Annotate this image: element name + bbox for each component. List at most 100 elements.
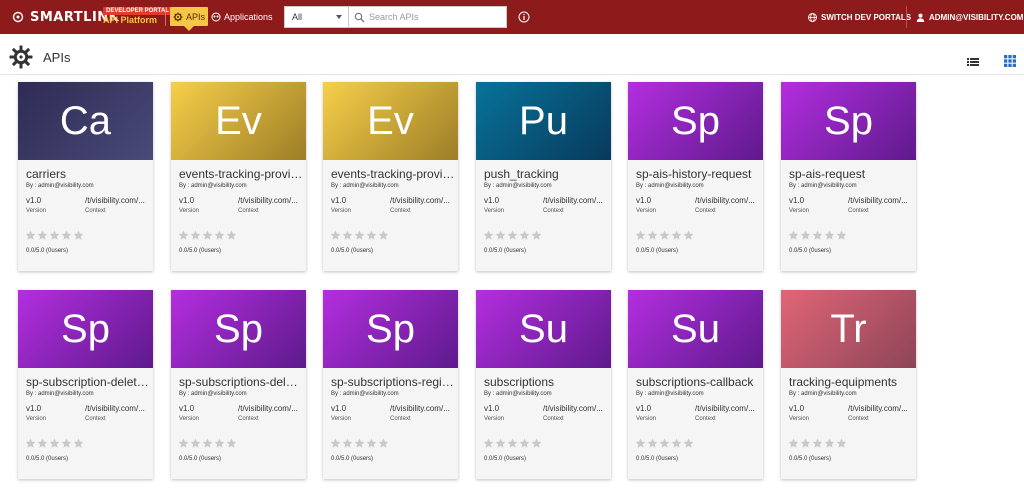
star-rating[interactable]	[330, 436, 390, 448]
api-name[interactable]: sp-ais-history-request	[636, 167, 760, 181]
star-icon[interactable]	[812, 436, 823, 448]
api-thumbnail[interactable]: Pu	[476, 82, 611, 160]
star-icon[interactable]	[178, 436, 189, 448]
star-icon[interactable]	[61, 228, 72, 240]
star-icon[interactable]	[507, 228, 518, 240]
star-icon[interactable]	[378, 228, 389, 240]
star-rating[interactable]	[483, 436, 543, 448]
user-menu[interactable]: ADMIN@VISIBILITY.COM	[916, 8, 1023, 26]
api-name[interactable]: carriers	[26, 167, 150, 181]
star-icon[interactable]	[683, 436, 694, 448]
star-rating[interactable]	[788, 228, 848, 240]
star-icon[interactable]	[519, 228, 530, 240]
star-icon[interactable]	[202, 436, 213, 448]
api-card[interactable]: Tr tracking-equipments By : admin@visibili…	[781, 290, 916, 479]
star-icon[interactable]	[659, 436, 670, 448]
star-icon[interactable]	[202, 228, 213, 240]
star-icon[interactable]	[226, 228, 237, 240]
star-icon[interactable]	[671, 436, 682, 448]
star-icon[interactable]	[354, 228, 365, 240]
api-card[interactable]: Sp sp-subscriptions-delet... By : admin@vi…	[171, 290, 306, 479]
api-thumbnail[interactable]: Ev	[171, 82, 306, 160]
api-thumbnail[interactable]: Sp	[171, 290, 306, 368]
star-icon[interactable]	[354, 436, 365, 448]
api-card[interactable]: Su subscriptions By : admin@visibility.com…	[476, 290, 611, 479]
api-name[interactable]: subscriptions	[484, 375, 608, 389]
api-name[interactable]: events-tracking-provid...	[179, 167, 303, 181]
star-icon[interactable]	[214, 436, 225, 448]
star-icon[interactable]	[483, 436, 494, 448]
star-icon[interactable]	[659, 228, 670, 240]
star-icon[interactable]	[683, 228, 694, 240]
nav-apis[interactable]: APIs	[170, 7, 209, 31]
api-card[interactable]: Ca carriers By : admin@visibility.com v1.0 V…	[18, 82, 153, 271]
star-rating[interactable]	[483, 228, 543, 240]
api-thumbnail[interactable]: Su	[628, 290, 763, 368]
switch-dev-portals-button[interactable]: SWITCH DEV PORTALS	[808, 8, 911, 26]
api-card[interactable]: Su subscriptions-callback By : admin@visib…	[628, 290, 763, 479]
star-icon[interactable]	[73, 436, 84, 448]
star-icon[interactable]	[836, 228, 847, 240]
star-icon[interactable]	[519, 436, 530, 448]
star-icon[interactable]	[824, 436, 835, 448]
nav-applications[interactable]: Applications	[211, 8, 273, 26]
star-icon[interactable]	[366, 436, 377, 448]
star-icon[interactable]	[214, 228, 225, 240]
star-icon[interactable]	[647, 436, 658, 448]
star-icon[interactable]	[483, 228, 494, 240]
api-card[interactable]: Ev events-tracking-provid... By : admin@vi…	[171, 82, 306, 271]
star-rating[interactable]	[330, 228, 390, 240]
star-icon[interactable]	[73, 228, 84, 240]
api-name[interactable]: events-tracking-provid...	[331, 167, 455, 181]
star-rating[interactable]	[635, 228, 695, 240]
search-input[interactable]	[369, 9, 503, 25]
star-icon[interactable]	[507, 436, 518, 448]
star-icon[interactable]	[647, 228, 658, 240]
star-icon[interactable]	[61, 436, 72, 448]
star-rating[interactable]	[635, 436, 695, 448]
star-icon[interactable]	[49, 228, 60, 240]
api-thumbnail[interactable]: Sp	[628, 82, 763, 160]
api-name[interactable]: sp-subscription-delete...	[26, 375, 150, 389]
star-icon[interactable]	[378, 436, 389, 448]
star-rating[interactable]	[178, 436, 238, 448]
grid-view-icon[interactable]	[1004, 55, 1016, 67]
star-icon[interactable]	[812, 228, 823, 240]
api-card[interactable]: Sp sp-ais-history-request By : admin@visib…	[628, 82, 763, 271]
api-name[interactable]: subscriptions-callback	[636, 375, 760, 389]
star-icon[interactable]	[495, 436, 506, 448]
star-icon[interactable]	[800, 228, 811, 240]
api-card[interactable]: Sp sp-subscription-delete... By : admin@vi…	[18, 290, 153, 479]
star-rating[interactable]	[788, 436, 848, 448]
list-view-icon[interactable]	[967, 57, 979, 67]
star-icon[interactable]	[366, 228, 377, 240]
star-icon[interactable]	[37, 436, 48, 448]
star-icon[interactable]	[25, 228, 36, 240]
api-thumbnail[interactable]: Tr	[781, 290, 916, 368]
api-thumbnail[interactable]: Sp	[323, 290, 458, 368]
star-icon[interactable]	[635, 436, 646, 448]
star-icon[interactable]	[190, 436, 201, 448]
star-icon[interactable]	[190, 228, 201, 240]
api-name[interactable]: sp-subscriptions-regis...	[331, 375, 455, 389]
star-icon[interactable]	[226, 436, 237, 448]
star-icon[interactable]	[531, 228, 542, 240]
star-icon[interactable]	[342, 228, 353, 240]
star-icon[interactable]	[342, 436, 353, 448]
star-icon[interactable]	[671, 228, 682, 240]
star-icon[interactable]	[531, 436, 542, 448]
star-icon[interactable]	[824, 228, 835, 240]
star-rating[interactable]	[178, 228, 238, 240]
star-icon[interactable]	[330, 228, 341, 240]
api-card[interactable]: Sp sp-subscriptions-regis... By : admin@vi…	[323, 290, 458, 479]
star-icon[interactable]	[25, 436, 36, 448]
api-name[interactable]: tracking-equipments	[789, 375, 913, 389]
api-card[interactable]: Ev events-tracking-provid... By : admin@vi…	[323, 82, 458, 271]
api-card[interactable]: Pu push_tracking By : admin@visibility.com…	[476, 82, 611, 271]
star-icon[interactable]	[178, 228, 189, 240]
api-thumbnail[interactable]: Sp	[781, 82, 916, 160]
api-name[interactable]: push_tracking	[484, 167, 608, 181]
search-scope-select[interactable]: All	[284, 6, 348, 28]
info-icon[interactable]	[518, 11, 530, 23]
api-thumbnail[interactable]: Sp	[18, 290, 153, 368]
